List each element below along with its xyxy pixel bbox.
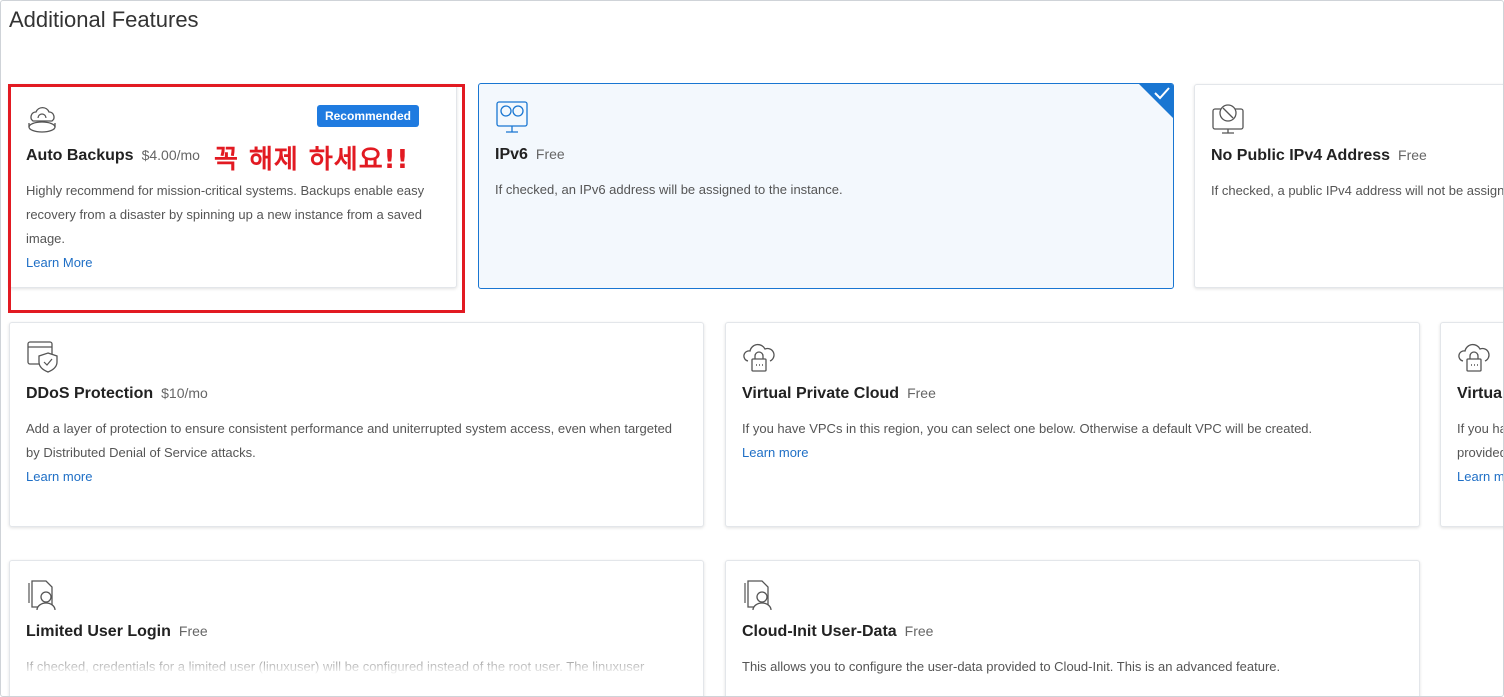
card-price: Free bbox=[907, 385, 936, 401]
map-pin-icon bbox=[496, 101, 528, 133]
check-icon bbox=[1154, 87, 1170, 100]
card-description: If you have VPCs in this region, you can… bbox=[742, 417, 1399, 465]
learn-more-link[interactable]: Learn m bbox=[1457, 465, 1503, 489]
card-title: Limited User Login bbox=[26, 623, 171, 640]
card-header: Virtual bbox=[1457, 385, 1504, 403]
card-virtual-private-cloud-2[interactable]: Virtual If you ha provided Learn m bbox=[1440, 322, 1504, 527]
card-title: Virtual Private Cloud bbox=[742, 385, 900, 402]
fade-overlay bbox=[10, 649, 703, 675]
card-price: Free bbox=[1398, 147, 1427, 163]
card-no-public-ipv4[interactable]: No Public IPv4 Address Free If checked, a… bbox=[1194, 84, 1504, 288]
annotation-note: 꼭 해제 하세요!! bbox=[214, 145, 410, 175]
recommended-badge: Recommended bbox=[316, 105, 419, 127]
card-header: IPv6 Free bbox=[495, 146, 565, 164]
card-price: Free bbox=[904, 623, 934, 639]
card-description-text: Add a layer of protection to ensure cons… bbox=[26, 421, 673, 460]
card-ddos-protection[interactable]: DDoS Protection $10/mo Add a layer of pro… bbox=[9, 322, 704, 527]
card-price: $4.00/mo bbox=[141, 147, 200, 163]
card-header: Auto Backups $4.00/mo bbox=[26, 147, 200, 165]
card-description-line: provided bbox=[1457, 445, 1504, 460]
card-description-text: If you have VPCs in this region, you can… bbox=[742, 421, 1313, 436]
cloud-backup-icon bbox=[28, 106, 56, 133]
card-description: If checked, a public IPv4 address will n… bbox=[1211, 183, 1504, 198]
card-price: $10/mo bbox=[161, 385, 208, 401]
card-auto-backups[interactable]: Recommended Auto Backups $4.00/mo Highly … bbox=[9, 84, 457, 288]
section-title: Additional Features bbox=[9, 7, 199, 32]
user-document-icon bbox=[744, 580, 772, 611]
card-description-text: Highly recommend for mission-critical sy… bbox=[26, 183, 425, 246]
card-description: Highly recommend for mission-critical sy… bbox=[26, 179, 436, 275]
no-location-icon bbox=[1212, 104, 1244, 134]
card-header: No Public IPv4 Address Free bbox=[1211, 147, 1427, 165]
card-virtual-private-cloud[interactable]: Virtual Private Cloud Free If you have VP… bbox=[725, 322, 1420, 527]
cloud-lock-icon bbox=[743, 343, 775, 372]
card-cloud-init-user-data[interactable]: Cloud-Init User-Data Free This allows you… bbox=[725, 560, 1420, 696]
shield-window-icon bbox=[27, 341, 58, 373]
card-description-line: If you ha bbox=[1457, 421, 1504, 436]
card-title: DDoS Protection bbox=[26, 385, 154, 402]
user-document-icon bbox=[28, 580, 56, 611]
card-description: If you ha provided Learn m bbox=[1457, 417, 1504, 489]
card-header: Cloud-Init User-Data Free bbox=[742, 623, 933, 641]
card-ipv6[interactable]: IPv6 Free If checked, an IPv6 address wil… bbox=[478, 83, 1174, 289]
learn-more-link[interactable]: Learn more bbox=[26, 465, 683, 489]
card-description: If checked, an IPv6 address will be assi… bbox=[495, 182, 843, 197]
learn-more-link[interactable]: Learn more bbox=[742, 441, 1399, 465]
card-header: Limited User Login Free bbox=[26, 623, 208, 641]
card-title: No Public IPv4 Address bbox=[1211, 147, 1391, 164]
card-title: Virtual bbox=[1457, 385, 1504, 402]
card-price: Free bbox=[178, 623, 208, 639]
card-header: DDoS Protection $10/mo bbox=[26, 385, 208, 403]
card-header: Virtual Private Cloud Free bbox=[742, 385, 936, 403]
card-title: Auto Backups bbox=[26, 147, 134, 164]
card-title: IPv6 bbox=[495, 146, 528, 163]
features-panel: Additional Features Recommended Auto Bac… bbox=[0, 0, 1504, 697]
card-description: This allows you to configure the user-da… bbox=[742, 659, 1281, 674]
card-description: Add a layer of protection to ensure cons… bbox=[26, 417, 683, 489]
card-price: Free bbox=[535, 146, 565, 162]
cloud-lock-icon bbox=[1458, 343, 1490, 372]
card-limited-user-login[interactable]: Limited User LoginFree If checked, crede… bbox=[9, 560, 704, 696]
learn-more-link[interactable]: Learn More bbox=[26, 251, 436, 275]
card-title: Cloud-Init User-Data bbox=[742, 623, 897, 640]
